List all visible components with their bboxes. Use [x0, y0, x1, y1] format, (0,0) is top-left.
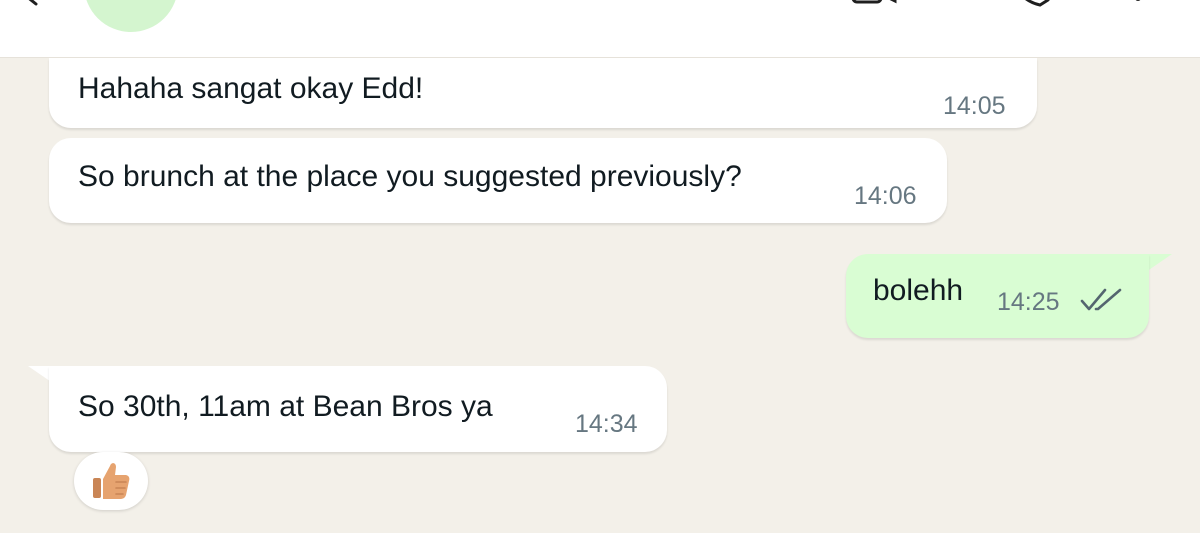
voice-call-icon[interactable]: [1010, 0, 1054, 8]
more-options-icon[interactable]: [1128, 0, 1148, 8]
incoming-message[interactable]: So 30th, 11am at Bean Bros ya 14:34: [49, 366, 667, 452]
message-text: So 30th, 11am at Bean Bros ya: [78, 390, 493, 423]
double-check-icon: [1080, 288, 1122, 311]
message-time: 14:25: [997, 288, 1060, 316]
chat-header: [0, 0, 1200, 58]
message-time: 14:34: [575, 410, 638, 438]
message-list[interactable]: Hahaha sangat okay Edd! 14:05 So brunch …: [0, 58, 1200, 533]
message-text: So brunch at the place you suggested pre…: [78, 160, 742, 193]
back-arrow-icon[interactable]: [22, 0, 62, 10]
incoming-message[interactable]: Hahaha sangat okay Edd! 14:05: [49, 58, 1037, 128]
incoming-message[interactable]: So brunch at the place you suggested pre…: [49, 138, 947, 223]
thumbs-up-icon: [93, 463, 130, 499]
contact-avatar[interactable]: [84, 0, 178, 32]
outgoing-message[interactable]: bolehh 14:25: [846, 254, 1149, 338]
reaction-badge[interactable]: [74, 452, 148, 510]
message-text: bolehh: [873, 274, 964, 307]
message-text: Hahaha sangat okay Edd!: [78, 72, 424, 105]
message-time: 14:06: [854, 182, 917, 210]
video-call-icon[interactable]: [850, 0, 898, 8]
message-time: 14:05: [943, 92, 1006, 120]
